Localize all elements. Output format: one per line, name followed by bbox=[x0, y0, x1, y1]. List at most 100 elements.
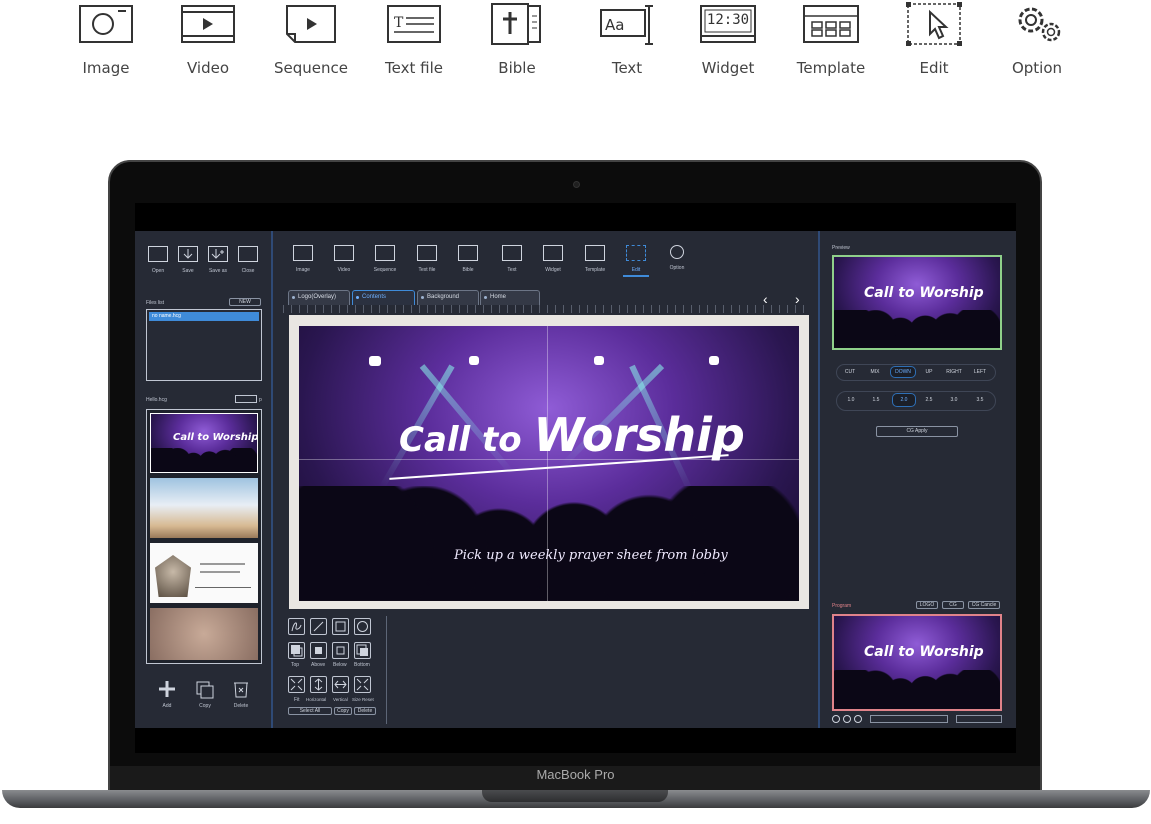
transition-cut[interactable]: CUT bbox=[840, 369, 860, 375]
speed-2-0[interactable]: 2.0 bbox=[892, 393, 916, 407]
delete-slide-button[interactable]: Delete bbox=[229, 679, 253, 709]
flip-vertical-icon[interactable] bbox=[332, 676, 349, 693]
files-list: no name.hcg bbox=[146, 309, 262, 381]
feature-edit: Edit bbox=[884, 0, 984, 77]
file-list-item[interactable]: no name.hcg bbox=[149, 312, 259, 321]
toolbar-label: Sequence bbox=[373, 267, 397, 273]
speed-1-0[interactable]: 1.0 bbox=[842, 397, 860, 403]
open-button[interactable]: Open bbox=[145, 246, 171, 274]
laptop-screen: Open Save Save as Close Files list NEW n… bbox=[135, 203, 1016, 753]
select-all-button[interactable]: Select All bbox=[288, 707, 332, 715]
text-file-icon: T bbox=[384, 0, 444, 50]
size-reset-icon[interactable] bbox=[354, 676, 371, 693]
freehand-tool-icon[interactable] bbox=[288, 618, 305, 635]
slide-thumb-responsive-reading[interactable] bbox=[150, 543, 258, 603]
svg-text:Aa: Aa bbox=[605, 16, 624, 34]
transition-mix[interactable]: MIX bbox=[865, 369, 885, 375]
toolbar-widget[interactable]: Widget bbox=[540, 245, 566, 273]
arrange-label-bottom: Bottom bbox=[354, 662, 370, 668]
rectangle-tool-icon[interactable] bbox=[332, 618, 349, 635]
tab-logo-overlay[interactable]: Logo(Overlay) bbox=[288, 290, 350, 305]
delete-button[interactable]: Delete bbox=[354, 707, 376, 715]
flip-horizontal-icon[interactable] bbox=[310, 676, 327, 693]
new-file-button[interactable]: NEW bbox=[229, 298, 261, 306]
speed-2-5[interactable]: 2.5 bbox=[920, 397, 938, 403]
close-label: Close bbox=[241, 268, 255, 274]
stop-icon[interactable] bbox=[854, 715, 862, 723]
toolbar-label: Edit bbox=[631, 267, 641, 273]
slide-canvas[interactable]: Call to Worship Pick up a weekly prayer … bbox=[299, 326, 799, 601]
speed-1-5[interactable]: 1.5 bbox=[867, 397, 885, 403]
template-icon bbox=[585, 245, 605, 261]
pause-icon[interactable] bbox=[843, 715, 851, 723]
bring-forward-icon[interactable] bbox=[310, 642, 327, 659]
copy-button[interactable]: Copy bbox=[334, 707, 352, 715]
transition-right[interactable]: RIGHT bbox=[942, 369, 966, 375]
tab-contents[interactable]: Contents bbox=[352, 290, 415, 305]
toolbar-edit[interactable]: Edit bbox=[623, 245, 649, 277]
widget-clock-text: 12:30 bbox=[706, 12, 750, 28]
bring-to-top-icon[interactable] bbox=[288, 642, 305, 659]
save-as-button[interactable]: Save as bbox=[205, 246, 231, 274]
transition-down[interactable]: DOWN bbox=[890, 366, 916, 378]
feature-label: Edit bbox=[919, 59, 949, 77]
feature-label: Widget bbox=[701, 59, 755, 77]
close-button[interactable]: Close bbox=[235, 246, 261, 274]
line-tool-icon[interactable] bbox=[310, 618, 327, 635]
feature-video: Video bbox=[158, 0, 258, 77]
toolbar-video[interactable]: Video bbox=[331, 245, 357, 273]
add-label: Add bbox=[162, 703, 172, 709]
toolbar-template[interactable]: Template bbox=[581, 245, 609, 273]
send-backward-icon[interactable] bbox=[332, 642, 349, 659]
copy-slide-button[interactable]: Copy bbox=[193, 679, 217, 709]
toolbar-text-file[interactable]: Text file bbox=[413, 245, 441, 273]
toolbar-text[interactable]: Text bbox=[499, 245, 525, 273]
fit-icon[interactable] bbox=[288, 676, 305, 693]
program-title-text: Call to Worship bbox=[864, 644, 984, 660]
slide-thumb-clouds[interactable] bbox=[150, 478, 258, 538]
option-icon bbox=[1007, 0, 1067, 50]
ellipse-tool-icon[interactable] bbox=[354, 618, 371, 635]
speed-3-0[interactable]: 3.0 bbox=[945, 397, 963, 403]
option-icon bbox=[670, 245, 684, 259]
add-slide-button[interactable]: Add bbox=[155, 679, 179, 709]
transition-up[interactable]: UP bbox=[920, 369, 938, 375]
send-to-bottom-icon[interactable] bbox=[354, 642, 371, 659]
feature-label: Option bbox=[1011, 59, 1063, 77]
toolbar-bible[interactable]: Bible bbox=[455, 245, 481, 273]
save-icon bbox=[178, 246, 198, 262]
feature-label: Text file bbox=[385, 59, 443, 77]
feature-label: Template bbox=[796, 59, 866, 77]
play-icon[interactable] bbox=[832, 715, 840, 723]
time-display bbox=[956, 715, 1002, 723]
text-icon: Aa bbox=[597, 0, 657, 50]
cg-cancel-button[interactable]: CG Cancle bbox=[968, 601, 1000, 609]
preview-title: Preview bbox=[832, 245, 850, 251]
toolbar-option[interactable]: Option bbox=[664, 245, 690, 271]
cg-button[interactable]: CG bbox=[942, 601, 964, 609]
tab-home[interactable]: Home bbox=[480, 290, 540, 305]
copy-icon bbox=[196, 681, 214, 699]
toolbar-image[interactable]: Image bbox=[290, 245, 316, 273]
save-button[interactable]: Save bbox=[175, 246, 201, 274]
progress-bar[interactable] bbox=[870, 715, 948, 723]
feature-text-file: T Text file bbox=[364, 0, 464, 77]
page-input[interactable] bbox=[235, 395, 257, 403]
toolbar-sequence[interactable]: Sequence bbox=[371, 245, 399, 273]
tab-background[interactable]: Background bbox=[417, 290, 479, 305]
slide-title: Call to Worship bbox=[399, 408, 745, 462]
cg-apply-button[interactable]: CG Apply bbox=[876, 426, 958, 437]
widget-icon: 12:30 bbox=[698, 0, 758, 50]
speed-3-5[interactable]: 3.5 bbox=[971, 397, 989, 403]
sequence-icon bbox=[375, 245, 395, 261]
toolbar-label: Template bbox=[584, 267, 606, 273]
toolbar-label: Video bbox=[337, 267, 351, 273]
page-suffix: p bbox=[259, 397, 262, 403]
arrange-label-below: Below bbox=[333, 662, 347, 668]
logo-button[interactable]: LOGO bbox=[916, 601, 938, 609]
thumb-title: Call to Worship bbox=[173, 432, 258, 443]
slide-thumb-worship[interactable]: Call to Worship bbox=[150, 413, 258, 473]
bible-icon bbox=[487, 0, 547, 50]
slide-thumb-calligraphy[interactable] bbox=[150, 608, 258, 660]
transition-left[interactable]: LEFT bbox=[970, 369, 990, 375]
